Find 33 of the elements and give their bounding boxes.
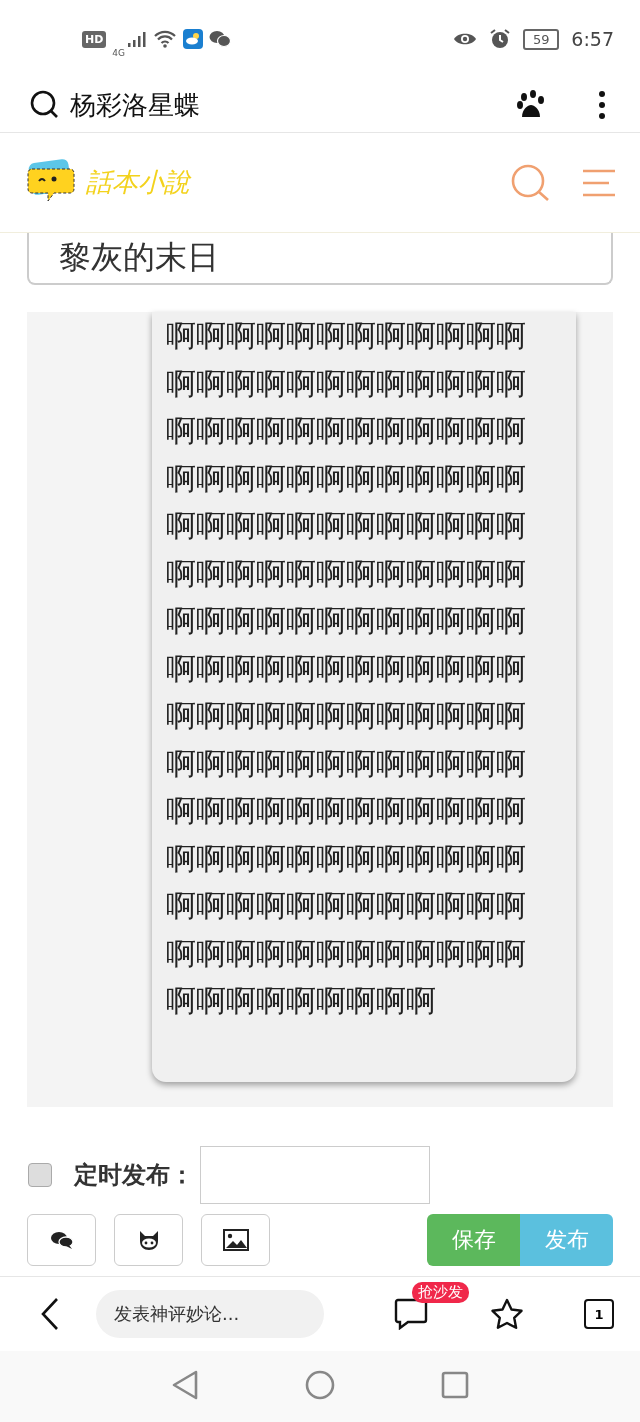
image-icon <box>222 1229 249 1251</box>
network-type: 4G <box>112 48 126 58</box>
home-nav-icon[interactable] <box>305 1369 335 1400</box>
chat-app-icon <box>209 30 232 48</box>
paw-icon[interactable] <box>516 90 546 120</box>
comment-icon[interactable] <box>394 1298 428 1330</box>
star-icon[interactable] <box>490 1298 524 1330</box>
alarm-icon <box>489 28 512 50</box>
back-icon[interactable] <box>40 1297 60 1331</box>
image-tool-button[interactable] <box>201 1214 270 1266</box>
battery-level: 59 <box>533 31 550 47</box>
more-icon[interactable] <box>598 90 606 120</box>
clock-time: 6:57 <box>571 28 614 50</box>
comment-tool-button[interactable] <box>27 1214 96 1266</box>
title-field[interactable]: 黎灰的末日 <box>27 233 613 285</box>
search-icon[interactable] <box>30 90 60 120</box>
signal-icon <box>127 30 148 48</box>
schedule-time-field[interactable] <box>200 1146 430 1204</box>
weather-app-icon <box>183 29 204 49</box>
message-text: 啊啊啊啊啊啊啊啊啊啊啊啊啊啊啊啊啊啊啊啊啊啊啊啊啊啊啊啊啊啊啊啊啊啊啊啊啊啊啊啊啊啊啊啊啊啊啊啊啊啊啊啊啊啊啊啊啊啊啊啊啊啊啊啊啊啊啊啊啊啊啊啊啊啊啊啊啊啊啊啊啊啊啊啊啊啊啊啊啊啊啊啊啊啊啊啊啊啊啊啊啊啊啊啊啊啊啊啊啊啊啊啊啊啊啊啊啊啊啊啊啊啊啊啊啊啊啊啊啊啊啊啊啊啊啊啊啊啊啊啊啊啊啊啊啊啊啊啊啊啊啊啊啊啊啊啊啊啊啊啊啊啊啊啊啊啊啊啊啊啊啊啊啊啊啊啊啊 <box>166 317 527 1020</box>
tabs-count-button[interactable]: 1 <box>584 1299 614 1329</box>
cat-tool-button[interactable] <box>114 1214 183 1266</box>
back-nav-icon[interactable] <box>171 1369 199 1400</box>
search-query[interactable]: 杨彩洛星蝶 <box>70 87 506 123</box>
chat-bubbles-icon <box>49 1230 74 1250</box>
comment-field[interactable]: 发表神评妙论... <box>96 1290 324 1338</box>
sofa-badge: 抢沙发 <box>412 1282 469 1303</box>
recents-nav-icon[interactable] <box>441 1370 469 1399</box>
hd-indicator: HD <box>82 30 107 48</box>
schedule-checkbox[interactable] <box>28 1163 52 1187</box>
wifi-icon <box>153 29 178 49</box>
schedule-label: 定时发布： <box>74 1160 194 1191</box>
eye-icon <box>453 31 478 47</box>
